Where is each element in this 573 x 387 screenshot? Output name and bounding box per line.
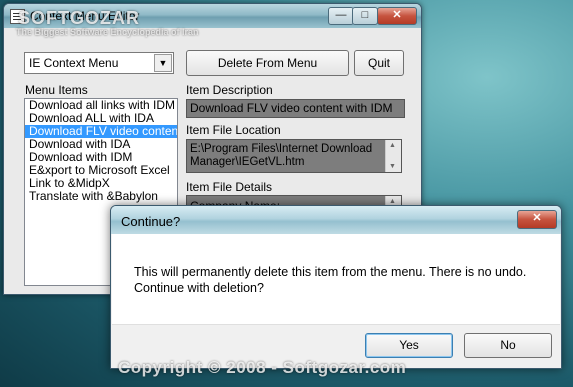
no-button[interactable]: No [464, 333, 552, 358]
context-menu-select-value: IE Context Menu [29, 56, 119, 70]
item-description-field: Download FLV video content with IDM [186, 99, 405, 118]
list-item[interactable]: Translate with &Babylon [25, 190, 177, 203]
item-file-location-field: E:\Program Files\Internet Download Manag… [186, 139, 402, 173]
location-scrollbar[interactable]: ▲ ▼ [385, 140, 401, 172]
dialog-message-line1: This will permanently delete this item f… [134, 265, 527, 279]
item-file-location-label: Item File Location [186, 123, 281, 137]
minimize-button[interactable]: — [328, 7, 354, 25]
watermark-tagline: The Biggest Software Encyclopedia of Ira… [16, 27, 199, 37]
maximize-button[interactable]: □ [352, 7, 378, 25]
dialog-message: This will permanently delete this item f… [134, 264, 544, 296]
quit-button[interactable]: Quit [354, 50, 404, 76]
menu-items-label: Menu Items [25, 83, 88, 97]
dialog-title: Continue? [121, 214, 181, 229]
item-file-details-label: Item File Details [186, 180, 273, 194]
dialog-close-button[interactable]: ✕ [517, 210, 557, 229]
scroll-down-icon[interactable]: ▼ [389, 163, 396, 170]
confirm-dialog: Continue? ✕ This will permanently delete… [110, 205, 562, 369]
dialog-titlebar[interactable]: Continue? ✕ [111, 206, 561, 234]
dialog-content: This will permanently delete this item f… [112, 234, 560, 324]
close-button[interactable]: ✕ [377, 7, 417, 25]
watermark-brand: SOFTGOZAR [18, 8, 140, 28]
delete-from-menu-button[interactable]: Delete From Menu [186, 50, 349, 76]
scroll-up-icon[interactable]: ▲ [389, 198, 396, 205]
dialog-message-line2: Continue with deletion? [134, 281, 264, 295]
watermark-copyright: Copyright © 2008 - Softgozar.com [118, 358, 407, 377]
item-description-label: Item Description [186, 83, 273, 97]
yes-button[interactable]: Yes [365, 333, 453, 358]
scroll-up-icon[interactable]: ▲ [389, 142, 396, 149]
context-menu-select[interactable]: IE Context Menu ▼ [24, 52, 174, 74]
item-file-location-text: E:\Program Files\Internet Download Manag… [190, 143, 373, 168]
chevron-down-icon[interactable]: ▼ [154, 54, 172, 72]
